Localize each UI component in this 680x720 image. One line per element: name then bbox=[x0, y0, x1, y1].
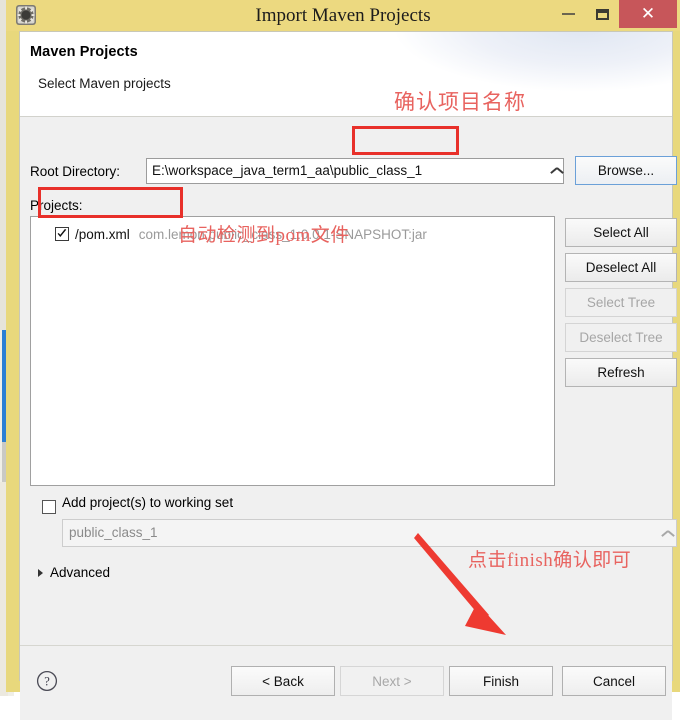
dialog-client-area: Maven Projects Select Maven projects Roo… bbox=[19, 31, 677, 720]
help-question-icon[interactable]: ? bbox=[36, 670, 58, 692]
refresh-label: Refresh bbox=[597, 365, 645, 380]
root-directory-label: Root Directory: bbox=[30, 164, 121, 179]
select-all-label: Select All bbox=[593, 225, 649, 240]
page-subtitle: Select Maven projects bbox=[38, 76, 171, 91]
working-set-value: public_class_1 bbox=[69, 525, 158, 540]
table-row[interactable]: /pom.xml com.lemon:public_class_1:0.0.1-… bbox=[31, 223, 554, 245]
import-maven-projects-dialog: Import Maven Projects ✕ Maven Projects S… bbox=[6, 0, 680, 720]
working-set-checkbox[interactable] bbox=[42, 500, 56, 514]
back-button[interactable]: < Back bbox=[231, 666, 335, 696]
browse-button[interactable]: Browse... bbox=[575, 156, 677, 185]
select-tree-label: Select Tree bbox=[586, 295, 656, 310]
finish-button[interactable]: Finish bbox=[449, 666, 553, 696]
projects-label: Projects: bbox=[30, 198, 83, 213]
cancel-button[interactable]: Cancel bbox=[562, 666, 666, 696]
maximize-button[interactable] bbox=[585, 0, 619, 28]
working-set-combo: public_class_1 bbox=[62, 519, 677, 547]
maximize-icon bbox=[595, 8, 609, 20]
working-set-label: Add project(s) to working set bbox=[62, 495, 234, 510]
checkmark-icon bbox=[57, 229, 67, 237]
deselect-tree-button: Deselect Tree bbox=[565, 323, 677, 352]
cancel-button-label: Cancel bbox=[592, 673, 636, 689]
advanced-label: Advanced bbox=[50, 565, 111, 580]
advanced-expander[interactable]: Advanced bbox=[38, 565, 110, 580]
title-bar[interactable]: Import Maven Projects ✕ bbox=[6, 0, 680, 31]
deselect-tree-label: Deselect Tree bbox=[579, 330, 663, 345]
wizard-header: Maven Projects Select Maven projects bbox=[20, 32, 672, 117]
page-title: Maven Projects bbox=[30, 44, 138, 60]
deselect-all-label: Deselect All bbox=[585, 260, 657, 275]
close-icon: ✕ bbox=[640, 4, 656, 23]
finish-button-label: Finish bbox=[482, 673, 519, 689]
refresh-button[interactable]: Refresh bbox=[565, 358, 677, 387]
projects-list[interactable]: /pom.xml com.lemon:public_class_1:0.0.1-… bbox=[30, 216, 555, 486]
select-all-button[interactable]: Select All bbox=[565, 218, 677, 247]
next-button-label: Next > bbox=[372, 673, 412, 689]
chevron-right-icon bbox=[38, 568, 43, 577]
project-coordinates: com.lemon:public_class_1:0.0.1-SNAPSHOT:… bbox=[138, 226, 427, 242]
svg-text:?: ? bbox=[44, 675, 50, 689]
browse-button-label: Browse... bbox=[597, 163, 655, 178]
minimize-button[interactable] bbox=[551, 0, 585, 28]
close-button[interactable]: ✕ bbox=[619, 0, 677, 28]
project-name: /pom.xml bbox=[75, 226, 130, 242]
deselect-all-button[interactable]: Deselect All bbox=[565, 253, 677, 282]
wizard-body: Root Directory: E:\workspace_java_term1_… bbox=[20, 118, 677, 645]
root-directory-value: E:\workspace_java_term1_aa\public_class_… bbox=[152, 163, 423, 178]
root-directory-combo[interactable]: E:\workspace_java_term1_aa\public_class_… bbox=[146, 158, 564, 184]
minimize-icon bbox=[561, 13, 575, 15]
next-button: Next > bbox=[340, 666, 444, 696]
select-tree-button: Select Tree bbox=[565, 288, 677, 317]
project-checkbox[interactable] bbox=[55, 227, 69, 241]
back-button-label: < Back bbox=[262, 673, 304, 689]
dialog-footer: ? < Back Next > Finish Cancel bbox=[20, 645, 672, 720]
